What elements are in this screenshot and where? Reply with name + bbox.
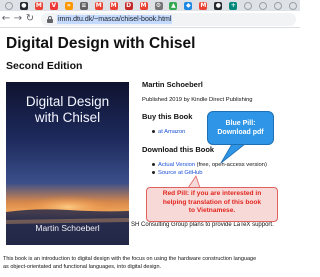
browser-tab[interactable] [286, 1, 300, 11]
blue-pill-callout: Blue Pill: Download pdf [207, 111, 274, 145]
browser-tab[interactable]: ◆ [181, 1, 195, 11]
browser-tab[interactable]: M [137, 1, 151, 11]
gmail-tab-icon: M [94, 1, 103, 10]
browser-tab[interactable] [256, 1, 270, 11]
drive-tab-icon: ▲ [169, 1, 178, 10]
browser-tab[interactable]: M [107, 1, 121, 11]
page-tab-icon [274, 1, 283, 10]
page-title: Digital Design with Chisel [6, 35, 196, 52]
browser-tab[interactable]: ● [17, 1, 31, 11]
github-tab-icon: ● [19, 1, 28, 10]
bullet [152, 170, 155, 174]
buy-heading: Buy this Book [142, 112, 193, 121]
red-callout-line: helping translation of this book [162, 198, 262, 206]
github-tab-icon: ● [214, 1, 223, 10]
browser-tab[interactable]: ● [211, 1, 225, 11]
lock-icon [47, 16, 53, 23]
browser-tab[interactable]: D [122, 1, 136, 11]
bullet [152, 162, 155, 166]
download-list-item: Actual Version (free, open-access versio… [152, 162, 267, 168]
download-heading: Download this Book [142, 145, 215, 154]
blue-callout-pointer [220, 143, 247, 164]
author-name: Martin Schoeberl [142, 80, 203, 89]
blue-callout-line: Download pdf [217, 129, 264, 136]
actual-version-note: (free, open-access version) [195, 162, 267, 168]
browser-tab[interactable]: + [226, 1, 240, 11]
cover-title: Digital Design with Chisel [6, 94, 129, 126]
download-list-item: Source at GitHub [152, 170, 202, 176]
amazon-link[interactable]: at Amazon [158, 129, 185, 135]
cover-title-line2: with Chisel [34, 110, 101, 125]
gmail-tab-icon: M [139, 1, 148, 10]
doc-tab-icon: ≡ [79, 1, 88, 10]
browser-tab[interactable]: V [47, 1, 61, 11]
vivaldi-tab-icon: V [49, 1, 58, 10]
chat-tab-icon: ◆ [184, 1, 193, 10]
forward-icon[interactable]: → [12, 13, 24, 25]
browser-tab[interactable]: M [32, 1, 46, 11]
blue-callout-line: Blue Pill: [225, 120, 256, 127]
plus-tab-icon: + [229, 1, 238, 10]
browser-tab[interactable]: M [196, 1, 210, 11]
cover-author: Martin Schoeberl [35, 223, 100, 233]
browser-tab[interactable]: M [92, 1, 106, 11]
page-tab-icon [244, 1, 253, 10]
intro-line: as object-orientated and functional lang… [3, 264, 162, 270]
browser-tab[interactable] [241, 1, 255, 11]
red-callout-line: Red Pill: if you are interested in [162, 190, 262, 197]
back-icon[interactable]: ← [0, 13, 12, 25]
page-tab-icon [289, 1, 298, 10]
browser-tab[interactable]: ≡ [77, 1, 91, 11]
intro-line: This book is an introduction to digital … [3, 256, 257, 262]
dtu-tab-icon: D [124, 1, 133, 10]
bullet [152, 129, 155, 133]
publication-info: Published 2019 by Kindle Direct Publishi… [142, 97, 253, 103]
browser-tab[interactable]: ⚙ [152, 1, 166, 11]
gmail-tab-icon: M [199, 1, 208, 10]
latex-support-note: SH Consulting Group plans to provide LaT… [131, 222, 274, 228]
tool-tab-icon: ⚙ [154, 1, 163, 10]
arrow-tab-icon: » [64, 1, 73, 10]
cover-title-line1: Digital Design [25, 94, 110, 109]
red-pill-callout: Red Pill: if you are interested in helpi… [146, 187, 278, 222]
url-text[interactable]: imm.dtu.dk/~masca/chisel-book.html [57, 15, 173, 24]
intro-paragraph: This book is an introduction to digital … [3, 255, 256, 271]
gmail-tab-icon: M [34, 1, 43, 10]
buy-list-item: at Amazon [152, 129, 185, 135]
browser-tab[interactable] [271, 1, 285, 11]
reload-icon[interactable]: ↻ [24, 13, 36, 25]
browser-tab[interactable] [2, 1, 16, 11]
book-cover-image: Digital Design with Chisel Martin Schoeb… [6, 82, 129, 245]
tab-strip: ● M V» ≡ M M D M ⚙ ▲ ◆ M ● + [0, 0, 300, 11]
gmail-tab-icon: M [109, 1, 118, 10]
browser-toolbar: ← → ↻ imm.dtu.dk/~masca/chisel-book.html [0, 11, 300, 28]
browser-tab[interactable]: ▲ [166, 1, 180, 11]
page-tab-icon [259, 1, 268, 10]
edition-heading: Second Edition [6, 60, 83, 72]
page-tab-icon [4, 1, 13, 10]
actual-version-link[interactable]: Actual Version [158, 162, 195, 168]
red-callout-line: to Vietnamese. [188, 207, 236, 215]
github-source-link[interactable]: Source at GitHub [158, 170, 202, 176]
address-bar[interactable]: imm.dtu.dk/~masca/chisel-book.html [41, 13, 296, 26]
browser-tab[interactable]: » [62, 1, 76, 11]
